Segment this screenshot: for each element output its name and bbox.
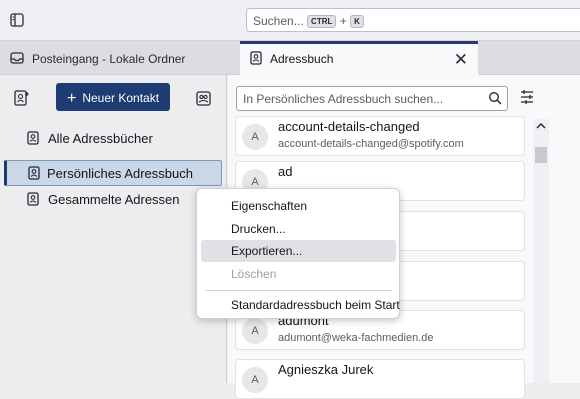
plus-icon: + [67,90,77,107]
sidebar-item-collected-addresses[interactable]: Gesammelte Adressen [24,189,180,211]
addressbook-sidebar: + Neuer Kontakt Alle Adressbücher Persönl… [0,75,227,383]
sidebar-item-all-addressbooks[interactable]: Alle Adressbücher [24,128,153,150]
scrollbar-thumb[interactable] [535,147,547,163]
contact-card[interactable]: A Agnieszka Jurek [235,359,525,399]
new-contact-button[interactable]: + Neuer Kontakt [56,83,170,111]
tab-addressbook[interactable]: Adressbuch ✕ [240,41,478,76]
top-toolbar: Suchen... CTRL + K [0,0,580,41]
contact-search-placeholder: In Persönliches Adressbuch suchen... [243,92,444,106]
tab-bar: Posteingang - Lokale Ordner Adressbuch ✕ [0,41,580,76]
sidebar-item-label: Persönliches Adressbuch [47,166,193,181]
contact-card[interactable]: A account-details-changed account-detail… [235,116,525,156]
address-book-icon [249,51,263,68]
contact-name: ad [278,164,293,179]
sidebar-item-personal-addressbook[interactable]: Persönliches Adressbuch [4,160,222,186]
contact-name: Agnieszka Jurek [278,362,374,377]
new-list-icon[interactable] [195,89,215,109]
contact-list-scrollbar[interactable] [533,119,549,383]
spaces-toggle-icon[interactable] [9,12,25,28]
close-icon[interactable]: ✕ [454,50,468,70]
new-addressbook-icon[interactable] [12,89,32,109]
address-book-icon [27,166,41,183]
address-book-icon [26,192,40,209]
address-book-icon [26,131,40,148]
menu-item-properties[interactable]: Eigenschaften [201,195,396,217]
avatar: A [242,124,268,150]
search-placeholder: Suchen... [253,14,304,28]
new-contact-label: Neuer Kontakt [82,91,160,105]
menu-item-export[interactable]: Exportieren... [201,240,396,262]
tab-inbox[interactable]: Posteingang - Lokale Ordner [0,41,238,75]
menu-item-delete[interactable]: Löschen [201,263,396,285]
sidebar-item-label: Alle Adressbücher [48,131,153,146]
sidebar-item-label: Gesammelte Adressen [48,192,180,207]
contact-email: account-details-changed@spotify.com [278,138,464,150]
contact-email: adumont@weka-fachmedien.de [278,332,434,344]
avatar: A [242,367,268,393]
tab-inbox-label: Posteingang - Lokale Ordner [32,52,186,66]
shortcut-plus: + [339,14,347,28]
search-icon[interactable] [488,91,502,108]
shortcut-key-k: K [350,15,364,28]
chevron-up-icon[interactable] [536,122,546,133]
contact-search-input[interactable]: In Persönliches Adressbuch suchen... [236,86,508,111]
menu-item-default-startup[interactable]: Standardadressbuch beim Start [201,294,400,316]
contact-name: account-details-changed [278,119,420,134]
menu-item-print[interactable]: Drucken... [201,218,396,240]
shortcut-key-ctrl: CTRL [307,15,337,28]
avatar: A [242,318,268,344]
mail-folder-icon [10,51,24,68]
addressbook-context-menu: Eigenschaften Drucken... Exportieren... … [196,188,400,319]
global-search-input[interactable]: Suchen... CTRL + K [246,8,580,32]
list-options-icon[interactable] [519,89,535,110]
menu-separator [205,290,392,291]
tab-addressbook-label: Adressbuch [270,52,334,66]
